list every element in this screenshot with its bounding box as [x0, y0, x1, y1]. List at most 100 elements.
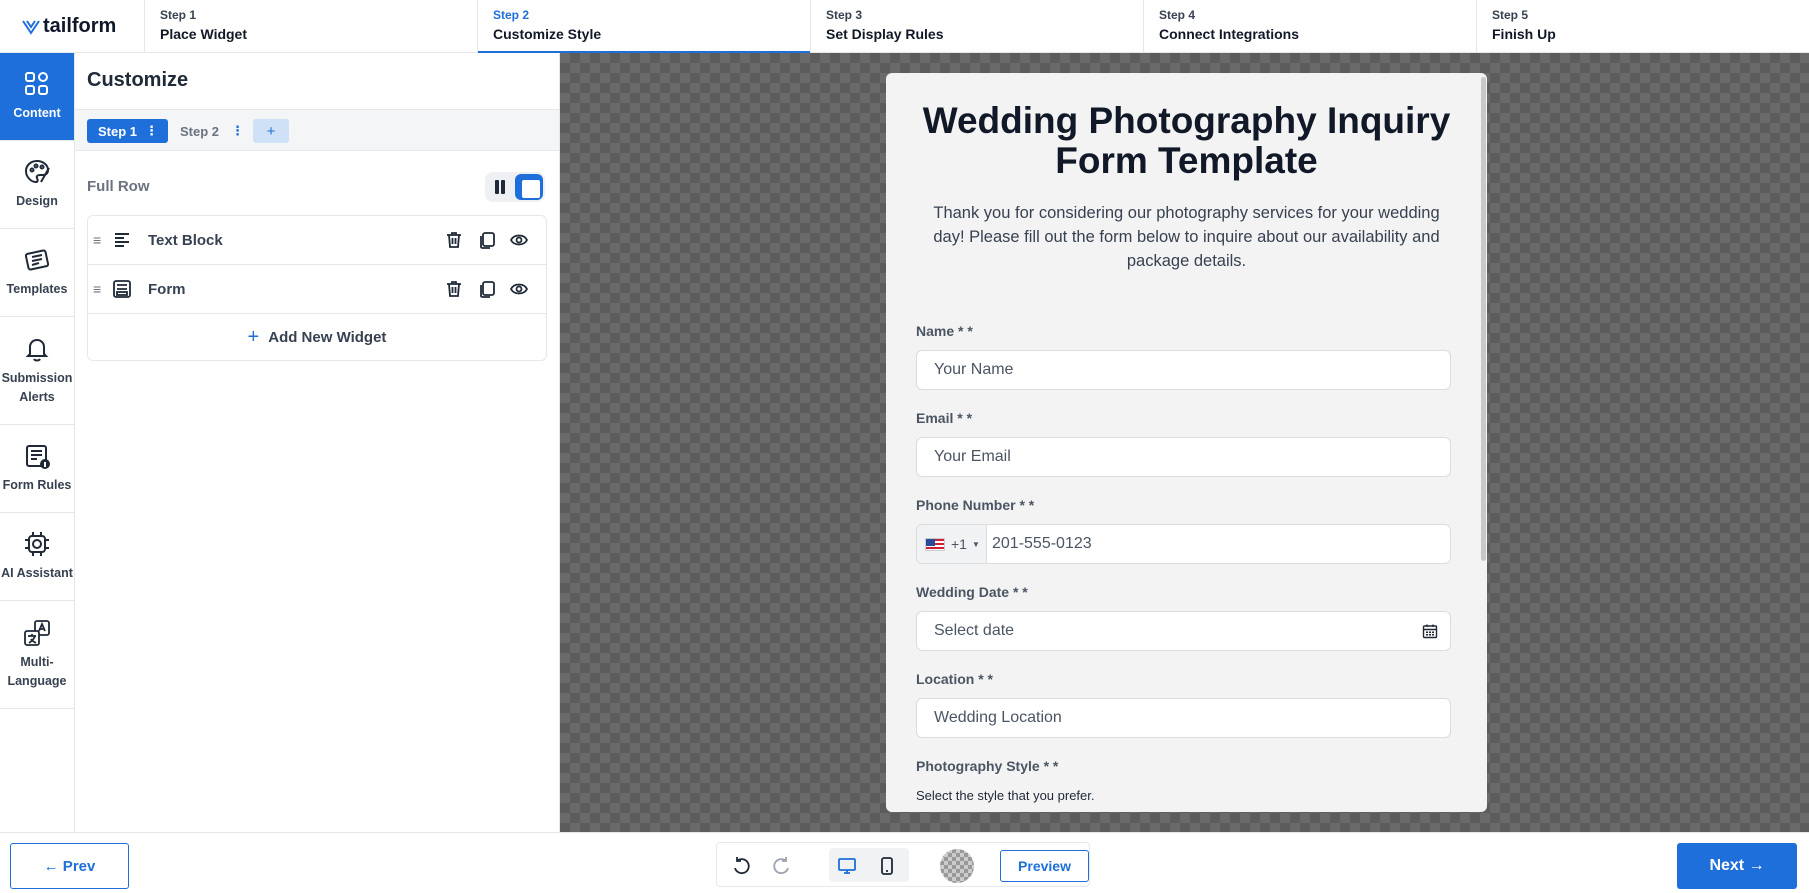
- more-icon[interactable]: ⋮: [145, 123, 158, 139]
- wedding-date-label: Wedding Date * *: [916, 584, 1028, 600]
- ai-chip-icon: [25, 532, 49, 556]
- country-code-select[interactable]: +1 ▼: [917, 525, 987, 563]
- redo-button[interactable]: [767, 851, 797, 881]
- duplicate-icon[interactable]: [477, 230, 497, 250]
- more-icon[interactable]: ⋮: [231, 123, 244, 139]
- sidebar-rail: Content Design Templates Submission Aler…: [0, 53, 75, 832]
- sidebar-item-templates[interactable]: Templates: [0, 229, 74, 317]
- email-field[interactable]: Your Email: [916, 437, 1451, 477]
- prev-button[interactable]: ← Prev: [10, 843, 129, 889]
- desktop-view-button[interactable]: [832, 851, 862, 881]
- logo[interactable]: tailform: [0, 0, 145, 53]
- trash-icon[interactable]: [444, 230, 464, 250]
- row-layout-toggle[interactable]: [485, 172, 545, 202]
- sidebar-item-label: Templates: [6, 282, 68, 296]
- plus-icon: +: [247, 325, 260, 348]
- us-flag-icon: [925, 537, 945, 551]
- editor-toolbar: Preview: [716, 842, 1090, 887]
- page-tabs: Step 1 ⋮ Step 2 ⋮ +: [75, 109, 559, 151]
- full-row-layout-icon[interactable]: [515, 174, 543, 200]
- phone-field[interactable]: +1 ▼ 201-555-0123: [916, 524, 1451, 564]
- tab-label: Step 2: [180, 123, 220, 139]
- location-field[interactable]: Wedding Location: [916, 698, 1451, 738]
- sidebar-item-design[interactable]: Design: [0, 141, 74, 229]
- templates-icon: [24, 249, 50, 271]
- sidebar-item-label: Multi-Language: [7, 654, 67, 688]
- photography-style-label: Photography Style * *: [916, 758, 1059, 774]
- steps: Step 1 Place Widget Step 2 Customize Style…: [145, 0, 1809, 53]
- form-icon: [113, 280, 131, 298]
- sidebar-item-form-rules[interactable]: Form Rules: [0, 425, 74, 513]
- chevron-down-icon: ▼: [971, 539, 980, 549]
- step-label: Set Display Rules: [826, 26, 944, 42]
- top-stepper-bar: tailform Step 1 Place Widget Step 2 Custom…: [0, 0, 1809, 53]
- sidebar-item-label: Form Rules: [2, 478, 72, 492]
- panel-title: Customize: [87, 69, 189, 91]
- transparent-background-toggle[interactable]: [940, 849, 974, 883]
- sidebar-item-label: Submission Alerts: [1, 370, 73, 404]
- phone-label: Phone Number * *: [916, 497, 1035, 513]
- drag-handle-icon[interactable]: ≡: [93, 232, 101, 248]
- step-label: Place Widget: [160, 26, 248, 42]
- add-step-button[interactable]: +: [253, 119, 289, 143]
- step-number: Step 3: [826, 8, 863, 22]
- form-rules-icon: [26, 445, 50, 469]
- tab-step-1[interactable]: Step 1 ⋮: [87, 119, 168, 143]
- step-number: Step 2: [493, 8, 530, 22]
- undo-icon: [734, 857, 750, 875]
- step-number: Step 4: [1159, 8, 1196, 22]
- form-card: Wedding Photography Inquiry Form Templat…: [886, 73, 1487, 812]
- eye-icon[interactable]: [509, 279, 529, 299]
- step-label: Finish Up: [1492, 26, 1556, 42]
- step-customize-style[interactable]: Step 2 Customize Style: [478, 0, 811, 53]
- logo-text: tailform: [43, 15, 117, 37]
- undo-button[interactable]: [726, 851, 756, 881]
- palette-icon: [24, 159, 50, 184]
- sidebar-item-content[interactable]: Content: [0, 53, 74, 141]
- sidebar-item-label: Content: [13, 106, 61, 120]
- add-widget-label: Add New Widget: [268, 328, 387, 346]
- location-label: Location * *: [916, 671, 994, 687]
- step-finish-up[interactable]: Step 5 Finish Up: [1477, 0, 1809, 52]
- scrollbar[interactable]: [1481, 77, 1486, 561]
- calendar-icon[interactable]: [1422, 623, 1438, 639]
- form-title: Wedding Photography Inquiry Form Templat…: [922, 100, 1451, 181]
- preview-button[interactable]: Preview: [1000, 850, 1089, 882]
- step-number: Step 5: [1492, 8, 1529, 22]
- text-align-left-icon: [115, 233, 129, 247]
- form-description: Thank you for considering our photograph…: [933, 204, 1440, 270]
- tab-label: Step 1: [98, 123, 138, 139]
- location-placeholder: Wedding Location: [934, 709, 1062, 726]
- widget-row-form[interactable]: ≡ Form: [88, 265, 546, 314]
- widget-row-text-block[interactable]: ≡ Text Block: [88, 216, 546, 265]
- date-placeholder: Select date: [934, 622, 1015, 639]
- bell-icon: [25, 338, 49, 361]
- step-connect-integrations[interactable]: Step 4 Connect Integrations: [1144, 0, 1477, 52]
- name-field[interactable]: Your Name: [916, 350, 1451, 390]
- step-place-widget[interactable]: Step 1 Place Widget: [145, 0, 478, 52]
- step-label: Customize Style: [493, 26, 602, 42]
- redo-icon: [773, 857, 789, 875]
- drag-handle-icon[interactable]: ≡: [93, 281, 101, 297]
- sidebar-item-multi-language[interactable]: Multi-Language: [0, 601, 74, 709]
- email-label: Email * *: [916, 410, 973, 426]
- mobile-view-button[interactable]: [872, 851, 902, 881]
- country-code: +1: [951, 536, 967, 552]
- tab-step-2[interactable]: Step 2 ⋮: [180, 119, 248, 143]
- add-new-widget-button[interactable]: + Add New Widget: [88, 314, 546, 360]
- trash-icon[interactable]: [444, 279, 464, 299]
- duplicate-icon[interactable]: [477, 279, 497, 299]
- customize-panel: Customize Step 1 ⋮ Step 2 ⋮ + Full Row ≡ T…: [75, 53, 560, 832]
- step-set-display-rules[interactable]: Step 3 Set Display Rules: [811, 0, 1144, 52]
- phone-placeholder: 201-555-0123: [992, 535, 1092, 552]
- sidebar-item-submission-alerts[interactable]: Submission Alerts: [0, 317, 74, 425]
- columns-layout-icon[interactable]: [493, 180, 507, 194]
- wedding-date-field[interactable]: Select date: [916, 611, 1451, 651]
- translate-icon: [24, 619, 50, 646]
- sidebar-item-ai-assistant[interactable]: AI Assistant: [0, 513, 74, 601]
- photography-style-hint: Select the style that you prefer.: [916, 788, 1095, 803]
- eye-icon[interactable]: [509, 230, 529, 250]
- row-label: Full Row: [87, 178, 150, 195]
- next-button[interactable]: Next →: [1677, 843, 1797, 889]
- grid-icon: [25, 72, 48, 95]
